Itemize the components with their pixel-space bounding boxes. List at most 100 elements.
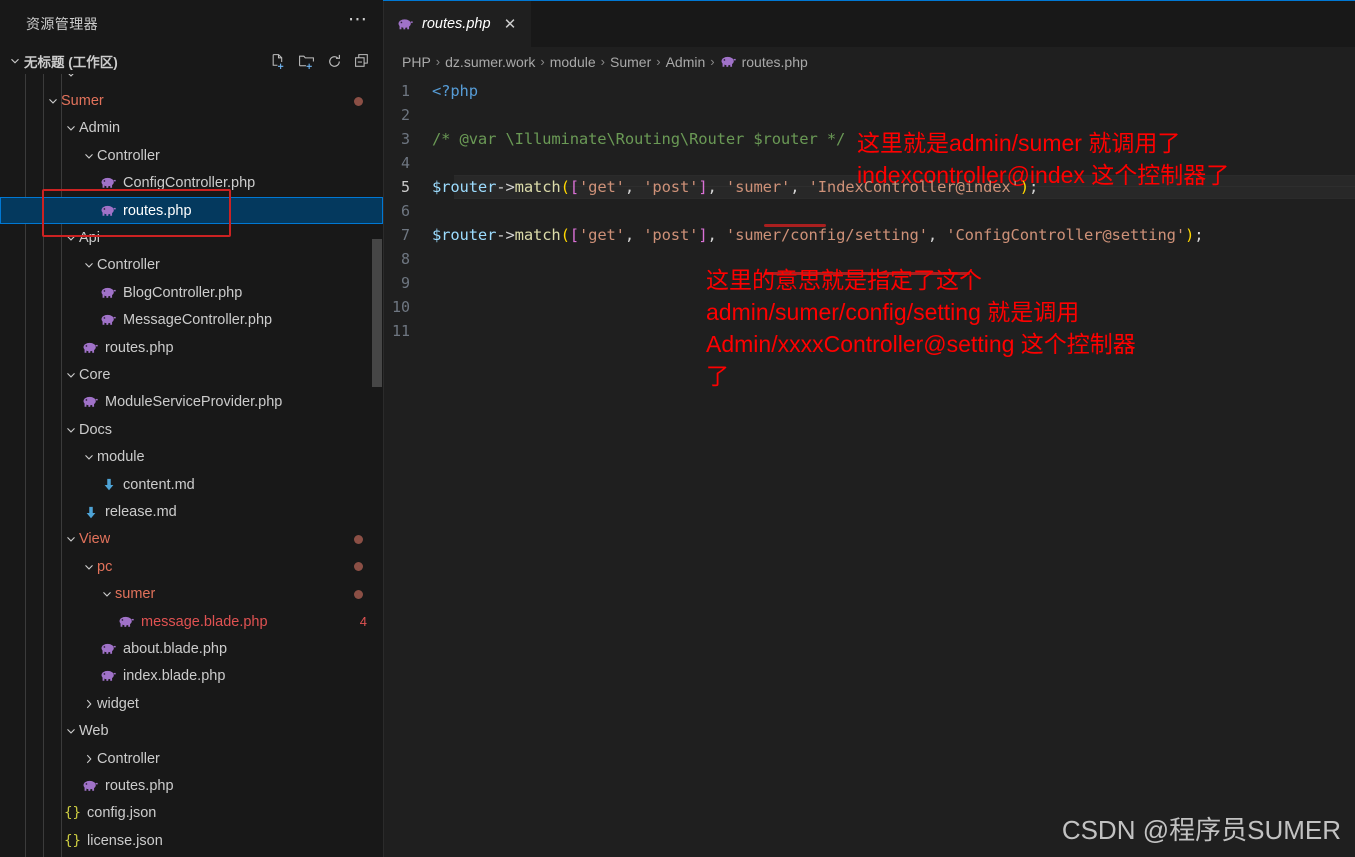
breadcrumb-separator: ›: [656, 54, 660, 69]
code-line-7[interactable]: 7$router->match(['get', 'post'], 'sumer/…: [384, 223, 1355, 247]
workspace-section-header[interactable]: 无标题 (工作区): [0, 48, 383, 74]
code-editor[interactable]: 1<?php23/* @var \Illuminate\Routing\Rout…: [384, 76, 1355, 857]
new-file-icon[interactable]: [270, 53, 287, 70]
tree-item-message-blade-php[interactable]: message.blade.php4: [0, 608, 383, 635]
code-line-5[interactable]: 5$router->match(['get', 'post'], 'sumer'…: [384, 175, 1355, 199]
tree-item-label: sumer: [115, 586, 155, 602]
tree-item-index-blade-php[interactable]: index.blade.php: [0, 663, 383, 690]
tree-item-controller[interactable]: Controller: [0, 745, 383, 772]
tree-item-pc[interactable]: pc: [0, 553, 383, 580]
code-token: 'sumer/config/setting': [726, 226, 928, 244]
code-line-1[interactable]: 1<?php: [384, 79, 1355, 103]
tree-item-clipped[interactable]: [0, 74, 383, 87]
php-elephant-icon: [116, 615, 137, 629]
code-line-6[interactable]: 6: [384, 199, 1355, 223]
breadcrumb-label: Sumer: [610, 54, 651, 70]
tree-item-configcontroller-php[interactable]: ConfigController.php: [0, 170, 383, 197]
code-line-11[interactable]: 11: [384, 319, 1355, 343]
breadcrumb-item-module[interactable]: module: [550, 54, 596, 70]
chevron-down-icon[interactable]: [62, 416, 79, 443]
breadcrumb-item-dz-sumer-work[interactable]: dz.sumer.work: [445, 54, 535, 70]
tree-item-view[interactable]: View: [0, 526, 383, 553]
php-elephant-icon: [80, 341, 101, 355]
code-line-9[interactable]: 9: [384, 271, 1355, 295]
chevron-down-icon[interactable]: [62, 225, 79, 252]
code-line-4[interactable]: 4: [384, 151, 1355, 175]
line-number: 6: [384, 202, 432, 220]
chevron-down-icon[interactable]: [44, 88, 61, 115]
breadcrumb-item-routes-php[interactable]: routes.php: [720, 54, 808, 70]
tree-item-web[interactable]: Web: [0, 718, 383, 745]
tree-item-about-blade-php[interactable]: about.blade.php: [0, 635, 383, 662]
chevron-down-icon[interactable]: [62, 74, 79, 87]
breadcrumb-separator: ›: [436, 54, 440, 69]
tree-item-core[interactable]: Core: [0, 361, 383, 388]
breadcrumb: PHP›dz.sumer.work›module›Sumer›Admin›rou…: [384, 47, 1355, 76]
php-elephant-icon: [98, 286, 119, 300]
chevron-down-icon[interactable]: [80, 142, 97, 169]
tree-item-label: license.json: [87, 833, 163, 849]
file-tree[interactable]: SumerAdminControllerConfigController.php…: [0, 74, 383, 857]
tree-item-messagecontroller-php[interactable]: MessageController.php: [0, 307, 383, 334]
tree-item-routes-php[interactable]: routes.php: [0, 197, 383, 224]
tree-item-sumer[interactable]: Sumer: [0, 87, 383, 114]
breadcrumb-separator: ›: [540, 54, 544, 69]
code-line-8[interactable]: 8: [384, 247, 1355, 271]
vscode-window: 资源管理器 ⋯ 无标题 (工作区): [0, 0, 1355, 857]
close-icon[interactable]: ✕: [502, 15, 518, 33]
tab-routes-php[interactable]: routes.php ✕: [384, 0, 532, 47]
tree-item-config-json[interactable]: {}config.json: [0, 800, 383, 827]
explorer-title: 资源管理器: [26, 14, 98, 34]
chevron-down-icon[interactable]: [62, 526, 79, 553]
breadcrumb-item-admin[interactable]: Admin: [666, 54, 706, 70]
tree-item-docs[interactable]: Docs: [0, 416, 383, 443]
status-dot: [354, 97, 363, 106]
tree-item-blogcontroller-php[interactable]: BlogController.php: [0, 279, 383, 306]
explorer-scrollbar[interactable]: [372, 239, 382, 387]
tree-item-api[interactable]: Api: [0, 224, 383, 251]
refresh-icon[interactable]: [326, 53, 343, 70]
explorer-more-actions-icon[interactable]: ⋯: [348, 15, 369, 33]
chevron-down-icon[interactable]: [62, 115, 79, 142]
chevron-down-icon[interactable]: [80, 252, 97, 279]
code-line-2[interactable]: 2: [384, 103, 1355, 127]
breadcrumb-item-php[interactable]: PHP: [402, 54, 431, 70]
chevron-down-icon: [6, 54, 24, 68]
breadcrumb-label: routes.php: [742, 54, 808, 70]
tree-item-widget[interactable]: widget: [0, 690, 383, 717]
tree-item-label: Controller: [97, 257, 160, 273]
code-token: (: [561, 226, 570, 244]
php-elephant-icon: [98, 642, 119, 656]
code-token: ;: [1194, 226, 1203, 244]
chevron-down-icon[interactable]: [80, 553, 97, 580]
chevron-down-icon[interactable]: [80, 444, 97, 471]
tree-item-routes-php[interactable]: routes.php: [0, 772, 383, 799]
tree-item-content-md[interactable]: content.md: [0, 471, 383, 498]
chevron-right-icon[interactable]: [80, 690, 97, 717]
tree-item-sumer[interactable]: sumer: [0, 581, 383, 608]
code-line-10[interactable]: 10: [384, 295, 1355, 319]
collapse-all-icon[interactable]: [354, 53, 371, 70]
tree-item-module[interactable]: module: [0, 444, 383, 471]
code-line-3[interactable]: 3/* @var \Illuminate\Routing\Router $rou…: [384, 127, 1355, 151]
chevron-right-icon[interactable]: [80, 745, 97, 772]
chevron-down-icon[interactable]: [62, 362, 79, 389]
tree-item-routes-php[interactable]: routes.php: [0, 334, 383, 361]
tree-item-admin[interactable]: Admin: [0, 115, 383, 142]
tree-item-release-md[interactable]: release.md: [0, 498, 383, 525]
new-folder-icon[interactable]: [298, 53, 315, 70]
breadcrumb-label: Admin: [666, 54, 706, 70]
tree-item-controller[interactable]: Controller: [0, 142, 383, 169]
status-dot: [354, 535, 363, 544]
tree-item-license-json[interactable]: {}license.json: [0, 827, 383, 854]
tree-item-moduleserviceprovider-php[interactable]: ModuleServiceProvider.php: [0, 389, 383, 416]
php-elephant-icon: [98, 669, 119, 683]
code-token: ,: [708, 226, 726, 244]
chevron-down-icon[interactable]: [98, 581, 115, 608]
status-dot: [354, 562, 363, 571]
chevron-down-icon[interactable]: [62, 718, 79, 745]
breadcrumb-item-sumer[interactable]: Sumer: [610, 54, 651, 70]
tree-item-controller[interactable]: Controller: [0, 252, 383, 279]
php-elephant-icon: [80, 395, 101, 409]
explorer-title-bar: 资源管理器 ⋯: [0, 0, 383, 48]
